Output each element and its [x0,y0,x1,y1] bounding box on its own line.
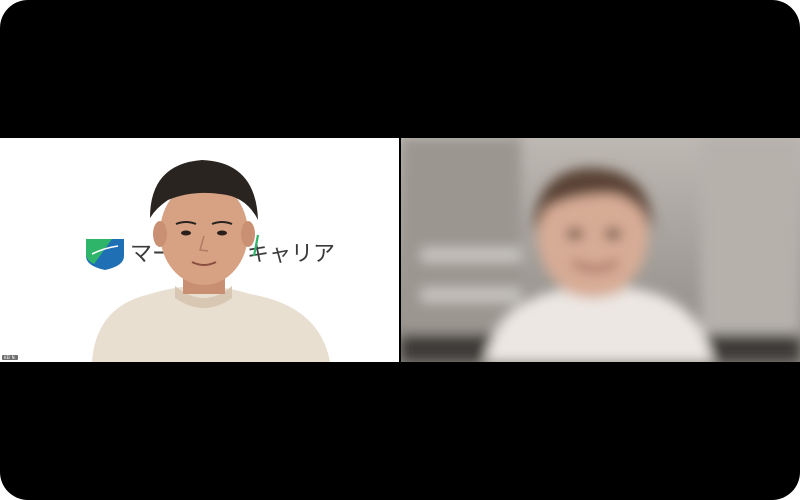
participant-tile-1[interactable]: マー キャリア KEI N. [0,138,399,362]
participant-tile-2[interactable] [401,138,800,362]
participant-name-tag: KEI N. [2,355,18,360]
video-call-window: マー キャリア KEI N. [0,0,800,500]
participant-grid: マー キャリア KEI N. [0,138,800,362]
participant-video-1: マー キャリア [0,138,399,362]
logo-text-right: キャリア [247,242,335,267]
blurred-person-icon [401,138,800,362]
participant-video-2 [401,138,800,362]
